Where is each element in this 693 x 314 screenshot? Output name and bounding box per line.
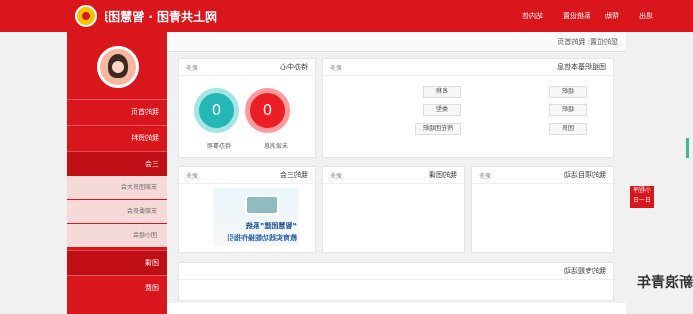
top-bar: 网上共青团 · 智慧团建 站内信 系统设置 帮助 退出 <box>0 0 693 32</box>
todo-label: 待办事项 <box>206 143 231 150</box>
avatar <box>97 46 139 88</box>
org-more-link[interactable]: 更多 <box>330 63 342 72</box>
menu-settings[interactable]: 系统设置 <box>563 11 591 21</box>
project-title: 我的项目活动 <box>472 167 613 184</box>
floating-miniapp-button[interactable]: 小程序 日一日 <box>630 186 654 208</box>
special-activity-title: 我的专题活动 <box>179 263 613 280</box>
org-right-box-1: 名称 <box>423 86 461 98</box>
laptop-icon <box>245 195 279 215</box>
submenu-group-meeting[interactable]: 团小组会 <box>67 224 167 247</box>
three-meetings-more-link[interactable]: 更多 <box>186 171 198 180</box>
special-activity-panel: 我的专题活动 <box>178 262 614 301</box>
todo-count[interactable]: 0 <box>194 88 239 133</box>
project-panel: 我的项目活动 更多 <box>471 166 614 253</box>
guide-banner[interactable]: “智慧团建”系统 教育实践功能操作指引 <box>213 188 299 246</box>
sidebar-item-home[interactable]: 我的首页 <box>67 99 167 124</box>
course-panel: 我的团课 更多 <box>322 166 465 253</box>
guide-line-1: “智慧团建”系统 <box>245 222 297 230</box>
league-logo-icon <box>75 5 97 27</box>
org-right-box-3: 所在团组织 <box>415 123 461 135</box>
submenu-general-meeting[interactable]: 支部团员大会 <box>67 176 167 199</box>
breadcrumb: 您的位置: 我的首页 <box>167 32 626 52</box>
org-left-box-1: 组织 <box>549 86 587 98</box>
org-info-title: 团组织基本信息 <box>323 59 613 76</box>
org-right-box-2: 类型 <box>423 104 461 116</box>
org-left-box-3: 团员 <box>549 123 587 135</box>
brand-title: 网上共青团 · 智慧团建 <box>105 10 217 24</box>
todo-panel-title: 待办中心 <box>179 59 315 76</box>
menu-inbox[interactable]: 站内信 <box>522 11 543 21</box>
floating-line-2: 日一日 <box>633 197 652 204</box>
guide-line-2: 教育实践功能操作指引 <box>227 234 297 242</box>
todo-more-link[interactable]: 更多 <box>186 63 198 72</box>
submenu-committee[interactable]: 支部委员会 <box>67 200 167 223</box>
course-title: 我的团课 <box>323 167 464 184</box>
unread-label: 未读消息 <box>263 143 288 150</box>
menu-help[interactable]: 帮助 <box>605 11 619 21</box>
bottom-strip <box>167 303 626 314</box>
menu-logout[interactable]: 退出 <box>639 11 653 21</box>
scrollbar-thumb[interactable] <box>686 138 689 158</box>
watermark-logo: 新浪青年 <box>637 275 693 291</box>
sidebar-item-fee[interactable]: 团费 <box>67 275 167 300</box>
three-meetings-title: 我的三会 <box>179 167 315 184</box>
sidebar: 我的首页 我的资料 三会 支部团员大会 支部委员会 团小组会 团课 团费 <box>67 32 167 314</box>
three-meetings-panel: 我的三会 更多 “智慧团建”系统 教育实践功能操作指引 <box>178 166 316 253</box>
org-left-box-2: 组织 <box>549 104 587 116</box>
floating-line-1: 小程序 <box>633 187 652 194</box>
unread-count[interactable]: 0 <box>245 88 290 133</box>
project-more-link[interactable]: 更多 <box>479 171 491 180</box>
sidebar-item-three-meetings[interactable]: 三会 <box>67 151 167 176</box>
sidebar-item-course[interactable]: 团课 <box>67 250 167 275</box>
sidebar-item-profile[interactable]: 我的资料 <box>67 125 167 150</box>
todo-panel: 待办中心 更多 0 0 未读消息 待办事项 <box>178 58 316 158</box>
org-info-panel: 团组织基本信息 更多 组织 组织 团员 名称 类型 所在团组织 <box>322 58 614 158</box>
course-more-link[interactable]: 更多 <box>330 171 342 180</box>
